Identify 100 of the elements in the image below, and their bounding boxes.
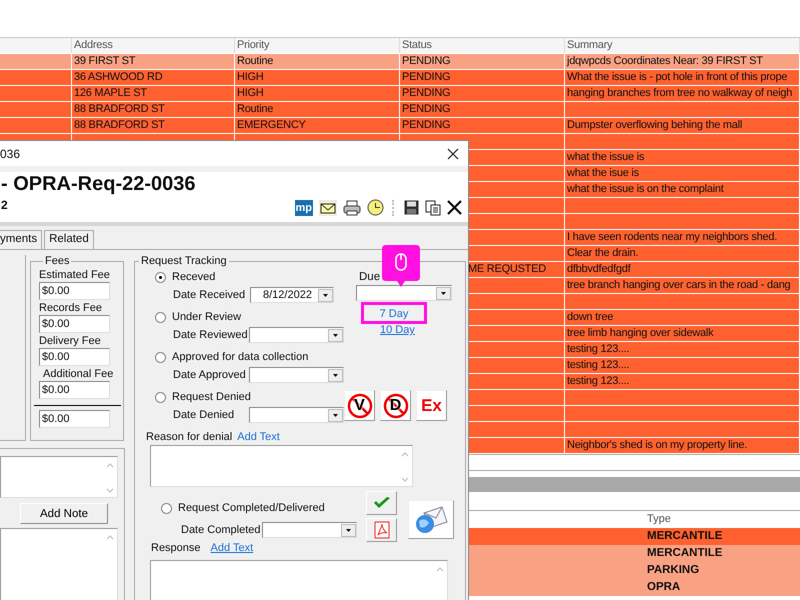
mail-icon[interactable] bbox=[319, 200, 337, 216]
table-cell: Neighbor's shed is on my property line. bbox=[567, 439, 748, 451]
field-label: Records Fee bbox=[39, 302, 103, 315]
table-cell: 88 BRADFORD ST bbox=[74, 103, 165, 115]
radio-label[interactable]: Receved bbox=[172, 271, 216, 283]
radio-button[interactable] bbox=[161, 502, 172, 514]
table-row[interactable]: 36 ASHWOOD RD HIGH PENDING What the issue is - pot hole in front of this prope bbox=[0, 70, 800, 86]
due-link[interactable]: 10 Day bbox=[380, 324, 415, 336]
field-label: Additional Fee bbox=[42, 368, 114, 381]
column-header[interactable]: Priority bbox=[235, 38, 400, 53]
radio-button[interactable] bbox=[155, 312, 166, 322]
table-cell: Clear the drain. bbox=[567, 247, 638, 259]
email-globe-icon bbox=[414, 504, 448, 534]
input-field[interactable]: $0.00 bbox=[39, 410, 110, 428]
radio-button[interactable] bbox=[155, 272, 166, 282]
field-label: Response bbox=[151, 542, 201, 554]
table-cell: jdqwpcds Coordinates Near: 39 FIRST ST bbox=[567, 55, 763, 67]
email-button[interactable] bbox=[408, 500, 454, 539]
table-row[interactable]: 88 BRADFORD ST EMERGENCY PENDING Dumpster overflowing behing the mall bbox=[0, 118, 800, 134]
denial-button[interactable]: Ex bbox=[416, 390, 447, 421]
table-row[interactable]: 88 BRADFORD ST Routine PENDING bbox=[0, 102, 800, 118]
table-cell: dfbbvdfedfgdf bbox=[567, 263, 630, 275]
text-area[interactable] bbox=[150, 445, 413, 487]
table-cell: 39 FIRST ST bbox=[74, 55, 136, 67]
table-cell: EMERGENCY bbox=[237, 119, 306, 131]
app-logo-button[interactable]: mp bbox=[294, 200, 313, 216]
table-cell: PENDING bbox=[402, 55, 450, 67]
input-field[interactable]: $0.00 bbox=[39, 348, 110, 366]
group-label: Request Tracking bbox=[140, 255, 228, 267]
table-cell: Dumpster overflowing behing the mall bbox=[567, 119, 742, 131]
text-area[interactable] bbox=[0, 528, 118, 600]
field-label: Due bbox=[359, 270, 380, 285]
radio-button[interactable] bbox=[155, 352, 166, 362]
record-title: - OPRA-Req-22-0036 bbox=[0, 172, 197, 196]
input-field[interactable]: $0.00 bbox=[39, 315, 110, 333]
table-cell: 36 ASHWOOD RD bbox=[74, 71, 162, 83]
field-label: Date Completed bbox=[181, 524, 262, 536]
delete-icon[interactable] bbox=[447, 200, 462, 215]
pdf-button[interactable] bbox=[366, 518, 397, 542]
table-cell: MERCANTILE bbox=[647, 530, 722, 542]
table-cell: PENDING bbox=[402, 87, 450, 99]
table-cell: HIGH bbox=[237, 87, 264, 99]
table-cell: hanging branches from tree no walkway of neigh bbox=[567, 87, 792, 99]
tab[interactable]: Related bbox=[44, 230, 94, 249]
record-subtitle: 2 bbox=[0, 198, 8, 212]
table-cell: what the isue is bbox=[567, 167, 639, 179]
add-note-button[interactable]: Add Note bbox=[20, 503, 108, 524]
table-cell: Routine bbox=[237, 103, 274, 115]
column-header[interactable]: Status bbox=[400, 38, 565, 53]
copy-icon[interactable] bbox=[425, 200, 441, 216]
table-cell: MERCANTILE bbox=[647, 547, 722, 559]
tab[interactable]: yments bbox=[0, 230, 42, 249]
radio-label[interactable]: Under Review bbox=[172, 311, 242, 323]
table-cell: testing 123.... bbox=[567, 359, 630, 371]
table-cell: tree limb hanging over sidewalk bbox=[567, 327, 714, 339]
field-label: Date Reviewed bbox=[173, 329, 249, 341]
date-dropdown[interactable]: 8/12/2022 bbox=[250, 287, 334, 303]
printer-icon[interactable] bbox=[343, 200, 361, 216]
column-header[interactable]: Summary bbox=[565, 38, 800, 53]
input-field[interactable]: $0.00 bbox=[39, 282, 110, 300]
text-area[interactable] bbox=[0, 456, 118, 498]
checkmark-icon bbox=[372, 496, 390, 510]
table-cell: testing 123.... bbox=[567, 375, 630, 387]
field-label: Date Approved bbox=[173, 369, 247, 381]
table-cell: 88 BRADFORD ST bbox=[74, 119, 165, 131]
due-link[interactable]: 7 Day bbox=[380, 307, 408, 321]
complete-button[interactable] bbox=[366, 491, 397, 515]
table-cell: PENDING bbox=[402, 119, 450, 131]
save-icon[interactable] bbox=[404, 200, 419, 215]
close-icon[interactable] bbox=[447, 148, 459, 160]
input-field[interactable]: $0.00 bbox=[39, 381, 110, 399]
radio-label[interactable]: Approved for data collection bbox=[172, 351, 308, 363]
table-cell: what the issue is on the complaint bbox=[567, 183, 724, 195]
table-row[interactable]: 126 MAPLE ST HIGH PENDING hanging branches from tree no walkway of neigh bbox=[0, 86, 800, 102]
table-cell: down tree bbox=[567, 311, 614, 323]
add-text-link[interactable]: Add Text bbox=[237, 430, 280, 444]
radio-label[interactable]: Request Denied bbox=[172, 391, 251, 403]
table-row[interactable]: 39 FIRST ST Routine PENDING jdqwpcds Coordinates Near: 39 FIRST ST bbox=[0, 54, 800, 70]
table-cell: HIGH bbox=[237, 71, 264, 83]
table-cell: PARKING bbox=[647, 564, 700, 576]
field-label: Date Denied bbox=[173, 409, 236, 421]
field-label: Date Received bbox=[173, 289, 246, 301]
table-cell: 126 MAPLE ST bbox=[74, 87, 147, 99]
field-label: Delivery Fee bbox=[39, 335, 102, 348]
table-cell-text: ME REQUSTED bbox=[467, 263, 546, 275]
table-cell: tree branch hanging over cars in the road - dang bbox=[567, 279, 790, 291]
table-cell: testing 123.... bbox=[567, 343, 630, 355]
column-header[interactable]: Type bbox=[647, 511, 671, 528]
mouse-icon bbox=[395, 253, 407, 271]
table-cell: what the issue is bbox=[567, 151, 644, 163]
radio-button[interactable] bbox=[155, 392, 166, 402]
group-label: Fees bbox=[44, 255, 70, 267]
table-cell: PENDING bbox=[402, 103, 450, 115]
table-cell: I have seen rodents near my neighbors shed. bbox=[567, 231, 777, 243]
radio-label[interactable]: Request Completed/Delivered bbox=[178, 502, 325, 514]
pdf-icon bbox=[374, 521, 390, 539]
column-header[interactable]: Address bbox=[72, 38, 235, 53]
add-text-link[interactable]: Add Text bbox=[210, 542, 254, 554]
clock-icon[interactable] bbox=[367, 199, 384, 216]
window-title: 036 bbox=[0, 146, 20, 160]
